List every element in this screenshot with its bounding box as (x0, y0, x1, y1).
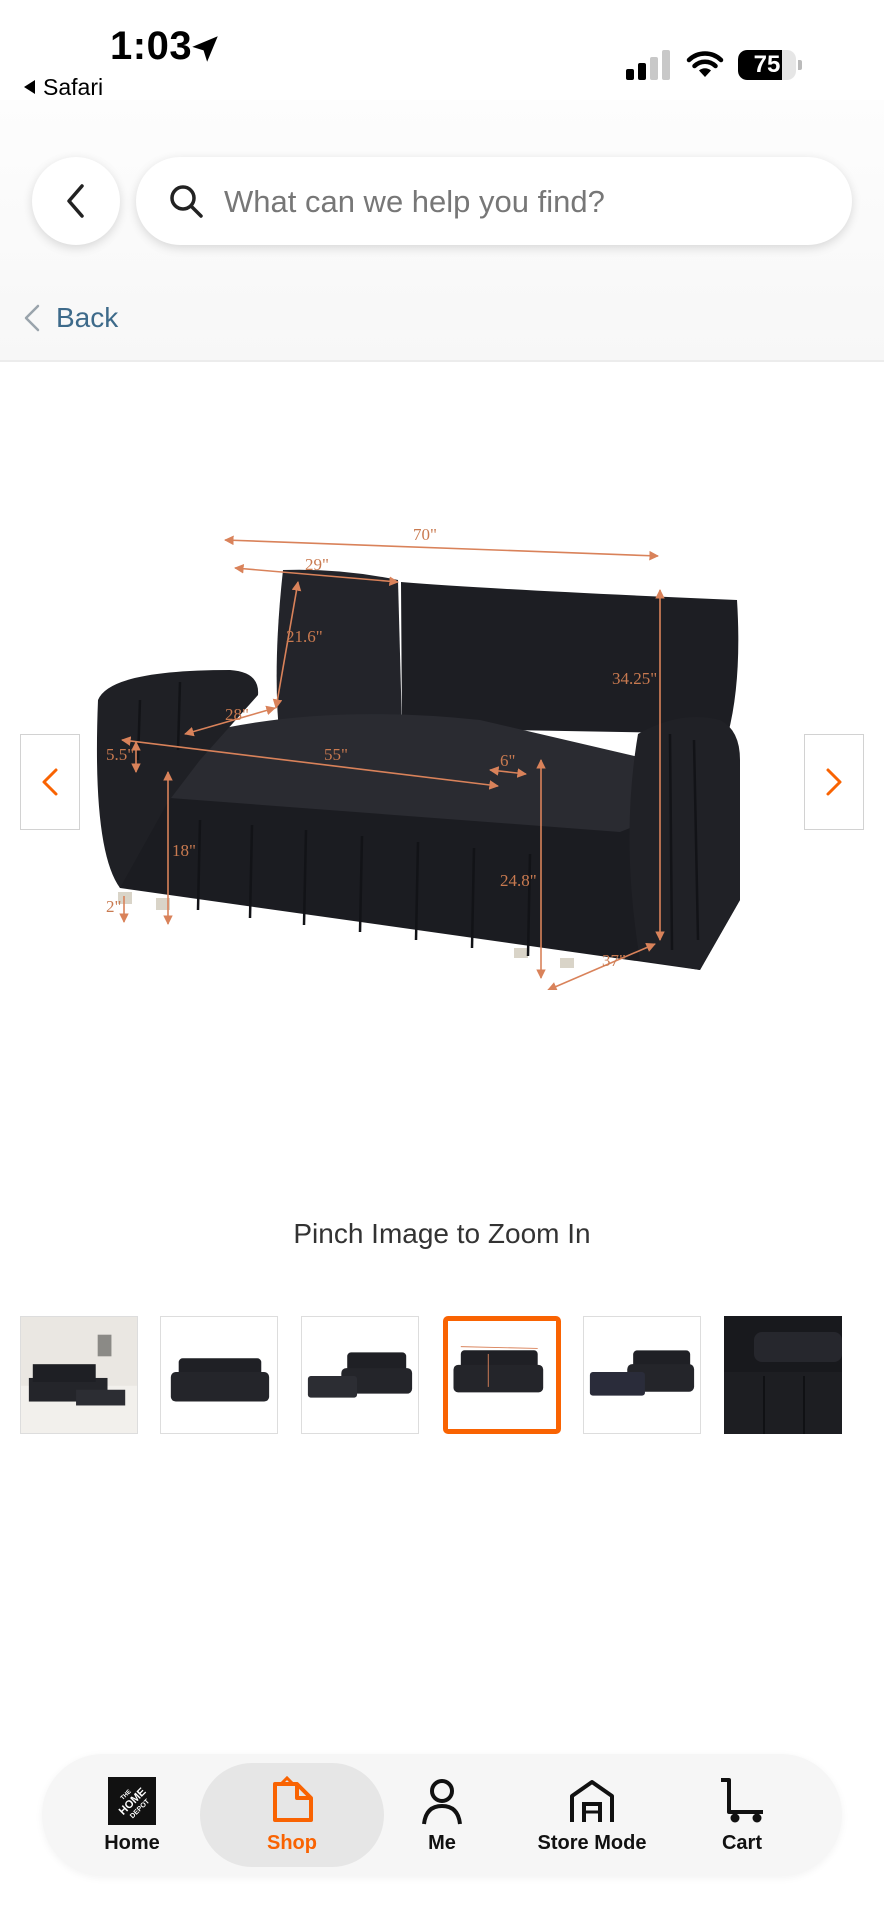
dim-arm-width-label: 6" (500, 751, 515, 770)
nav-store-mode[interactable]: Store Mode (517, 1754, 667, 1876)
search-bar[interactable] (136, 157, 852, 245)
person-icon (422, 1778, 462, 1824)
nav-me-label: Me (428, 1831, 456, 1854)
prev-image-button[interactable] (20, 734, 80, 830)
chevron-left-icon (42, 768, 58, 796)
back-triangle-icon (24, 80, 35, 94)
nav-me[interactable]: Me (392, 1754, 492, 1876)
thumbnail-1[interactable] (20, 1316, 138, 1434)
back-circle-button[interactable] (32, 157, 120, 245)
nav-shop[interactable]: Shop (242, 1754, 342, 1876)
thumbnail-2[interactable] (160, 1316, 278, 1434)
back-app-label: Safari (43, 74, 104, 100)
nav-home[interactable]: THE HOME DEPOT Home (82, 1754, 182, 1876)
dim-arm-height-label: 24.8" (500, 871, 537, 890)
dim-depth-label: 37" (602, 951, 626, 970)
thumbnail-6[interactable] (724, 1316, 842, 1434)
nav-shop-label: Shop (267, 1831, 317, 1854)
thumbnail-strip (20, 1316, 870, 1436)
dim-seat-width-label: 55" (324, 745, 348, 764)
thumbnail-5[interactable] (583, 1316, 701, 1434)
dim-seat-depth-label: 28" (225, 705, 249, 724)
dim-cushion-width-label: 29" (305, 555, 329, 574)
dim-width-label: 70" (413, 525, 437, 544)
home-depot-logo-icon: THE HOME DEPOT (108, 1776, 156, 1825)
status-time: 1:03 (110, 24, 193, 68)
bottom-nav: THE HOME DEPOT Home Shop Me Store Mode C… (42, 1754, 842, 1876)
nav-home-label: Home (104, 1831, 160, 1854)
shop-tag-icon (273, 1775, 313, 1822)
cellular-signal-icon (626, 50, 670, 80)
battery-percent: 75 (753, 51, 781, 78)
thumbnail-3[interactable] (301, 1316, 419, 1434)
back-link[interactable]: Back (22, 302, 118, 334)
wifi-icon (686, 51, 724, 77)
cart-icon (721, 1777, 763, 1822)
next-image-button[interactable] (804, 734, 864, 830)
nav-store-mode-label: Store Mode (537, 1831, 647, 1854)
dim-back-height-label: 21.6" (286, 627, 323, 646)
product-image[interactable]: 70" 29" 21.6" 28" 55" 5.5" 6" 34.25" 18"… (80, 520, 810, 990)
nav-cart[interactable]: Cart (692, 1754, 792, 1876)
dim-overall-height-label: 34.25" (612, 669, 657, 688)
back-link-label: Back (56, 302, 119, 333)
search-icon (170, 185, 203, 218)
chevron-right-icon (826, 768, 842, 796)
dim-seat-height-label: 18" (172, 841, 196, 860)
store-icon (570, 1779, 614, 1822)
chevron-left-icon (24, 304, 40, 332)
header-divider (0, 360, 884, 362)
battery-indicator: 75 (738, 50, 802, 80)
search-input[interactable] (222, 175, 826, 229)
dim-cushion-thickness-label: 5.5" (106, 745, 134, 764)
dim-leg-height-label: 2" (106, 897, 121, 916)
chevron-left-icon (67, 184, 84, 218)
zoom-hint: Pinch Image to Zoom In (293, 1218, 591, 1249)
nav-cart-label: Cart (721, 1831, 762, 1854)
back-to-safari[interactable]: Safari (24, 74, 103, 101)
location-arrow-icon (192, 36, 218, 62)
thumbnail-4-selected[interactable] (443, 1316, 561, 1434)
